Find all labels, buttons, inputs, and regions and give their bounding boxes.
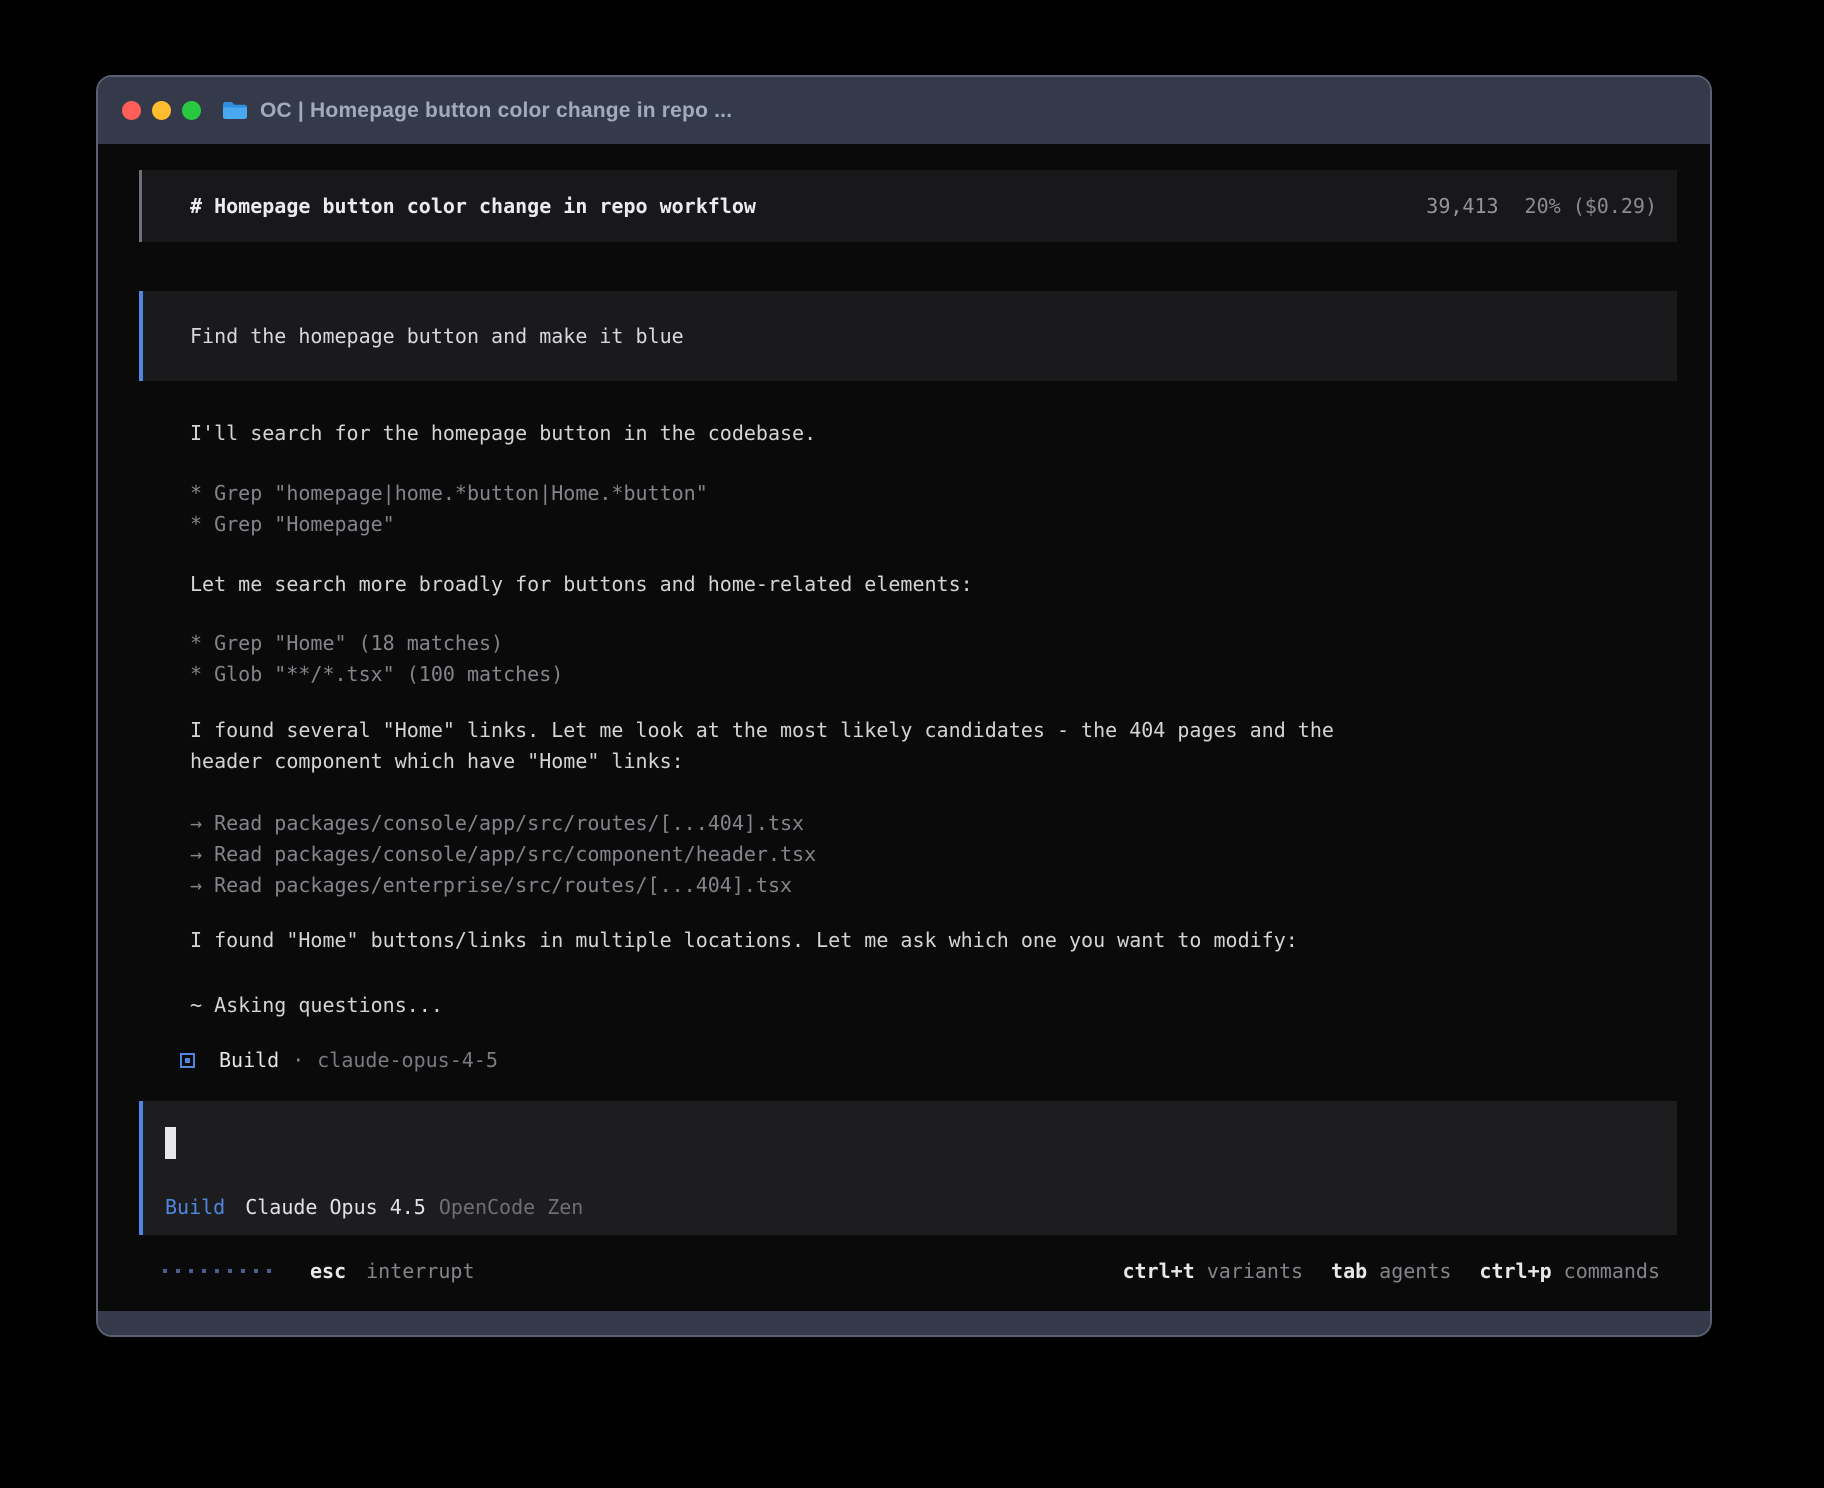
window-footer-strip [98,1311,1710,1335]
agent-name: Build [219,1045,279,1076]
user-message: Find the homepage button and make it blu… [139,291,1677,381]
input-footer: Build Claude Opus 4.5 OpenCode Zen [165,1195,1677,1219]
tool-call-line: * Grep "Homepage" [139,509,1677,540]
interrupt-key: esc [310,1259,346,1283]
file-read-line: → Read packages/console/app/src/componen… [139,839,1677,870]
hint-variants: ctrl+t variants [1122,1259,1303,1283]
tool-call-line: * Glob "**/*.tsx" (100 matches) [139,659,1677,690]
file-read-line: → Read packages/enterprise/src/routes/[.… [139,870,1677,901]
session-stats: 39,413 20% ($0.29) [1426,194,1657,218]
agent-row: Build · claude-opus-4-5 [139,1045,1677,1076]
input-mode-label: Build [165,1195,225,1219]
folder-icon [222,100,248,121]
token-count: 39,413 [1426,194,1498,218]
assistant-text-line: header component which have "Home" links… [139,746,1677,777]
input-provider-label: OpenCode Zen [439,1195,584,1219]
window-titlebar[interactable]: OC | Homepage button color change in rep… [98,77,1710,144]
window-title: OC | Homepage button color change in rep… [260,99,732,123]
close-button[interactable] [122,101,141,120]
tool-call-group: * Grep "Home" (18 matches) * Glob "**/*.… [139,628,1677,690]
input-model-label: Claude Opus 4.5 [245,1195,426,1219]
terminal-window: OC | Homepage button color change in rep… [96,75,1712,1337]
tool-call-line: * Grep "homepage|home.*button|Home.*butt… [139,478,1677,509]
session-title: # Homepage button color change in repo w… [190,194,756,218]
hint-agents: tab agents [1331,1259,1451,1283]
assistant-text: I found "Home" buttons/links in multiple… [139,925,1677,956]
user-message-text: Find the homepage button and make it blu… [190,324,684,348]
interrupt-label: interrupt [366,1259,474,1283]
context-usage: 20% ($0.29) [1525,194,1657,218]
minimize-button[interactable] [152,101,171,120]
agent-model: claude-opus-4-5 [317,1045,498,1076]
prompt-input[interactable]: Build Claude Opus 4.5 OpenCode Zen [139,1101,1677,1235]
agent-build-icon [180,1053,195,1068]
tool-call-line: * Grep "Home" (18 matches) [139,628,1677,659]
agent-separator: · [292,1045,304,1076]
assistant-text-line: I found several "Home" links. Let me loo… [139,715,1677,746]
assistant-text: I found several "Home" links. Let me loo… [139,715,1677,777]
assistant-text: I'll search for the homepage button in t… [139,418,1677,449]
desktop: { "colors": { "accent_blue": "#4e86e0", … [0,0,1824,1488]
hint-commands: ctrl+p commands [1479,1259,1660,1283]
tool-call-group: * Grep "homepage|home.*button|Home.*butt… [139,478,1677,540]
file-read-line: → Read packages/console/app/src/routes/[… [139,808,1677,839]
terminal-content: # Homepage button color change in repo w… [98,144,1710,1311]
session-header: # Homepage button color change in repo w… [139,170,1677,242]
zoom-button[interactable] [182,101,201,120]
text-cursor [165,1127,176,1159]
file-read-group: → Read packages/console/app/src/routes/[… [139,808,1677,901]
status-bar: esc interrupt ctrl+t variants tab agents… [139,1257,1677,1285]
activity-status: ~ Asking questions... [139,990,1677,1021]
assistant-text: Let me search more broadly for buttons a… [139,569,1677,600]
keyboard-hints: ctrl+t variants tab agents ctrl+p comman… [1122,1259,1660,1283]
activity-spinner-icon [163,1269,271,1273]
